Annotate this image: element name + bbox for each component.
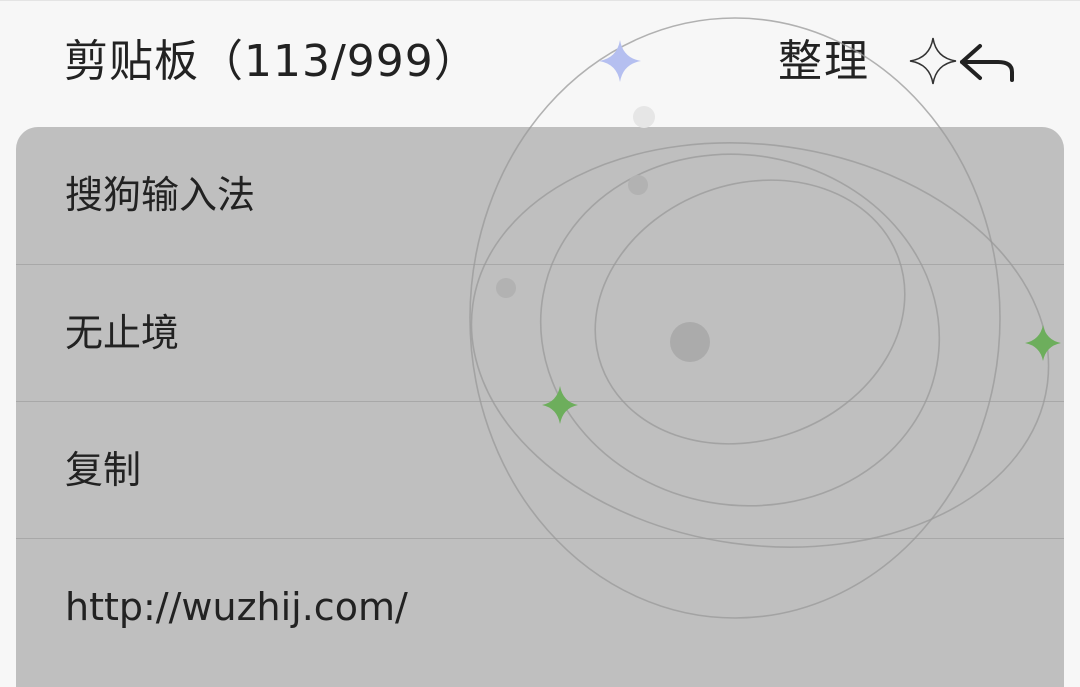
list-item[interactable]: 搜狗输入法 — [16, 127, 1064, 264]
list-item-text: http://wuzhij.com/ — [65, 585, 408, 629]
list-item[interactable]: 复制 — [16, 402, 1064, 539]
list-item-text: 复制 — [65, 448, 142, 492]
organize-button[interactable]: 整理 — [778, 36, 870, 88]
clipboard-header: 剪贴板（113/999） 整理 — [0, 0, 1080, 126]
list-item[interactable]: http://wuzhij.com/ — [16, 539, 1064, 676]
page-title: 剪贴板（113/999） — [64, 36, 479, 87]
clipboard-list: 搜狗输入法 无止境 复制 http://wuzhij.com/ — [16, 127, 1064, 687]
list-item-text: 搜狗输入法 — [65, 173, 256, 217]
return-arrow-icon — [960, 44, 1014, 82]
list-item-text: 无止境 — [65, 311, 180, 355]
list-item[interactable]: 无止境 — [16, 265, 1064, 402]
back-button[interactable] — [954, 38, 1020, 88]
